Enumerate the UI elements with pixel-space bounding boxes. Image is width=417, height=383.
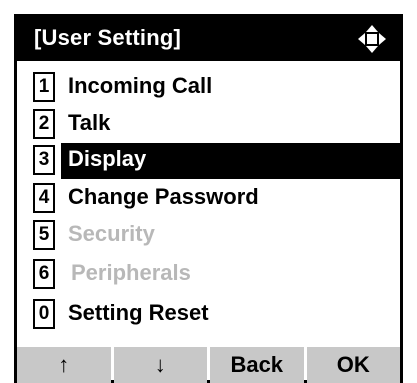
menu-item-number: 3 — [33, 145, 55, 175]
menu-item-number: 0 — [33, 299, 55, 329]
ok-softkey[interactable]: OK — [306, 347, 400, 383]
menu-item-label: Setting Reset — [68, 300, 209, 325]
menu-item-label: Talk — [68, 110, 111, 135]
menu-item-label: Incoming Call — [68, 73, 213, 98]
up-arrow-softkey[interactable]: ↑ — [17, 347, 111, 383]
menu-item-talk[interactable]: 2 Talk — [17, 107, 400, 143]
menu-item-label: Security — [68, 221, 155, 246]
title-bar: [User Setting] — [17, 17, 400, 61]
phone-display: [User Setting] 1 Incoming Call 2 Talk 3 … — [14, 14, 403, 383]
back-softkey[interactable]: Back — [210, 347, 304, 383]
menu-item-setting-reset[interactable]: 0 Setting Reset — [17, 297, 400, 333]
menu-item-label: Peripherals — [71, 260, 191, 285]
menu-item-peripherals: 6 Peripherals — [17, 257, 400, 293]
menu-item-number: 1 — [33, 72, 55, 102]
menu-item-incoming-call[interactable]: 1 Incoming Call — [17, 70, 400, 106]
menu-item-label: Change Password — [68, 184, 259, 209]
softkey-bar: ↑ ↓ Back OK — [17, 347, 400, 383]
menu-item-display[interactable]: 3 Display — [17, 143, 400, 179]
menu-item-number: 5 — [33, 220, 55, 250]
menu-item-number: 4 — [33, 183, 55, 213]
down-arrow-softkey[interactable]: ↓ — [113, 347, 207, 383]
menu-item-change-password[interactable]: 4 Change Password — [17, 181, 400, 217]
menu-item-number: 2 — [33, 109, 55, 139]
four-way-navigation-icon — [358, 25, 386, 53]
menu-item-security: 5 Security — [17, 218, 400, 254]
menu-item-label: Display — [68, 146, 147, 171]
page-title: [User Setting] — [34, 25, 182, 50]
menu-item-number: 6 — [33, 259, 55, 289]
